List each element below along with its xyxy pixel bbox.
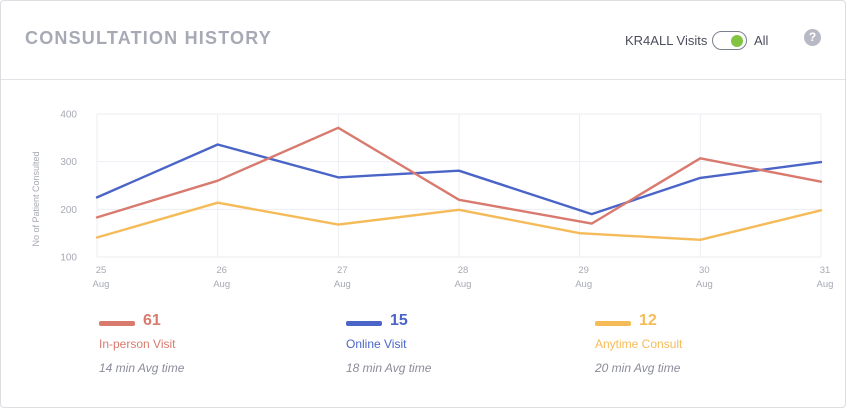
legend-name: In-person Visit <box>99 337 176 351</box>
x-tick-day: 25 <box>96 265 107 276</box>
x-tick-day: 27 <box>337 265 348 276</box>
y-tick-label: 200 <box>60 205 77 216</box>
x-tick-month: Aug <box>817 279 834 290</box>
x-axis-ticks: 25 Aug 26 Aug 27 Aug 28 Aug 29 Aug 30 Aug 31 Aug <box>93 265 834 290</box>
legend-swatch <box>346 321 382 326</box>
visits-toggle-label: KR4ALL Visits <box>625 33 708 48</box>
y-axis-ticks: 100 200 300 400 <box>60 110 77 264</box>
consultation-line-chart: 100 200 300 400 25 Aug 26 Aug 27 Aug 28 Aug 29 Aug 30… <box>31 110 834 291</box>
consultation-history-card: CONSULTATION HISTORY KR4ALL Visits All ?… <box>0 0 846 408</box>
card-header: CONSULTATION HISTORY KR4ALL Visits All ? <box>1 1 845 80</box>
x-tick-day: 26 <box>216 265 227 276</box>
y-tick-label: 300 <box>60 157 77 168</box>
x-tick-month: Aug <box>93 279 110 290</box>
toggle-all-label: All <box>754 33 769 48</box>
page-title: CONSULTATION HISTORY <box>25 28 272 48</box>
legend-count: 15 <box>390 312 408 329</box>
legend-count: 12 <box>639 312 657 329</box>
x-tick-month: Aug <box>334 279 351 290</box>
y-tick-label: 400 <box>60 110 77 121</box>
x-tick-month: Aug <box>455 279 472 290</box>
x-tick-day: 30 <box>699 265 710 276</box>
visits-toggle[interactable] <box>712 31 747 50</box>
x-tick-day: 29 <box>578 265 589 276</box>
toggle-knob <box>731 35 743 47</box>
y-tick-label: 100 <box>60 253 77 264</box>
y-axis-label: No of Patient Consulted <box>31 151 41 246</box>
legend-avg-time: 20 min Avg time <box>595 361 681 375</box>
legend-swatch <box>595 321 631 326</box>
x-tick-month: Aug <box>213 279 230 290</box>
legend-swatch <box>99 321 135 326</box>
legend-name: Online Visit <box>346 337 407 351</box>
help-icon[interactable]: ? <box>804 29 821 46</box>
legend-avg-time: 14 min Avg time <box>99 361 185 375</box>
x-tick-month: Aug <box>575 279 592 290</box>
x-tick-day: 28 <box>458 265 469 276</box>
x-tick-day: 31 <box>820 265 831 276</box>
legend-count: 61 <box>143 312 161 329</box>
legend-avg-time: 18 min Avg time <box>346 361 432 375</box>
x-tick-month: Aug <box>696 279 713 290</box>
legend-name: Anytime Consult <box>595 337 683 351</box>
